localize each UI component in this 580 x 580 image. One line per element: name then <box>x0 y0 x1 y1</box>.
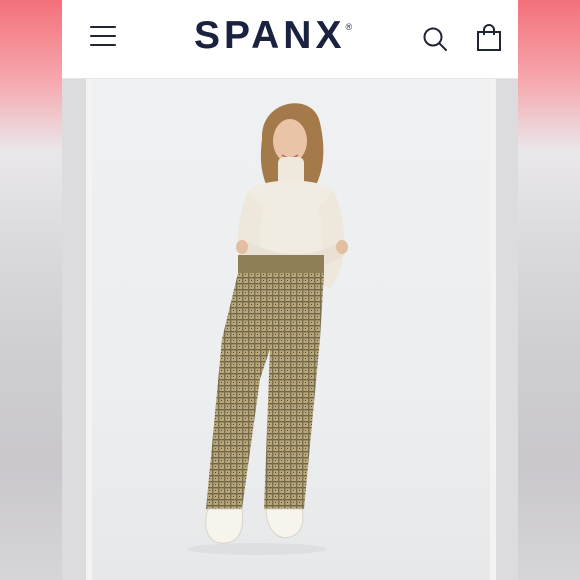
model-illustration <box>187 103 348 555</box>
left-background-border <box>0 0 62 580</box>
right-background-border <box>518 0 580 580</box>
trademark-symbol: ® <box>345 22 353 32</box>
product-image-gallery[interactable] <box>62 79 518 580</box>
next-image-peek[interactable] <box>496 79 518 580</box>
shopping-bag-icon[interactable] <box>476 24 502 52</box>
previous-image-peek[interactable] <box>62 79 86 580</box>
site-header: SPANX® <box>62 0 518 79</box>
brand-name: SPANX <box>194 14 346 57</box>
product-photo[interactable] <box>92 79 490 580</box>
product-page-card: SPANX® <box>62 0 518 580</box>
search-icon[interactable] <box>422 26 448 52</box>
menu-icon[interactable] <box>90 26 116 48</box>
brand-logo[interactable]: SPANX® <box>194 14 352 58</box>
